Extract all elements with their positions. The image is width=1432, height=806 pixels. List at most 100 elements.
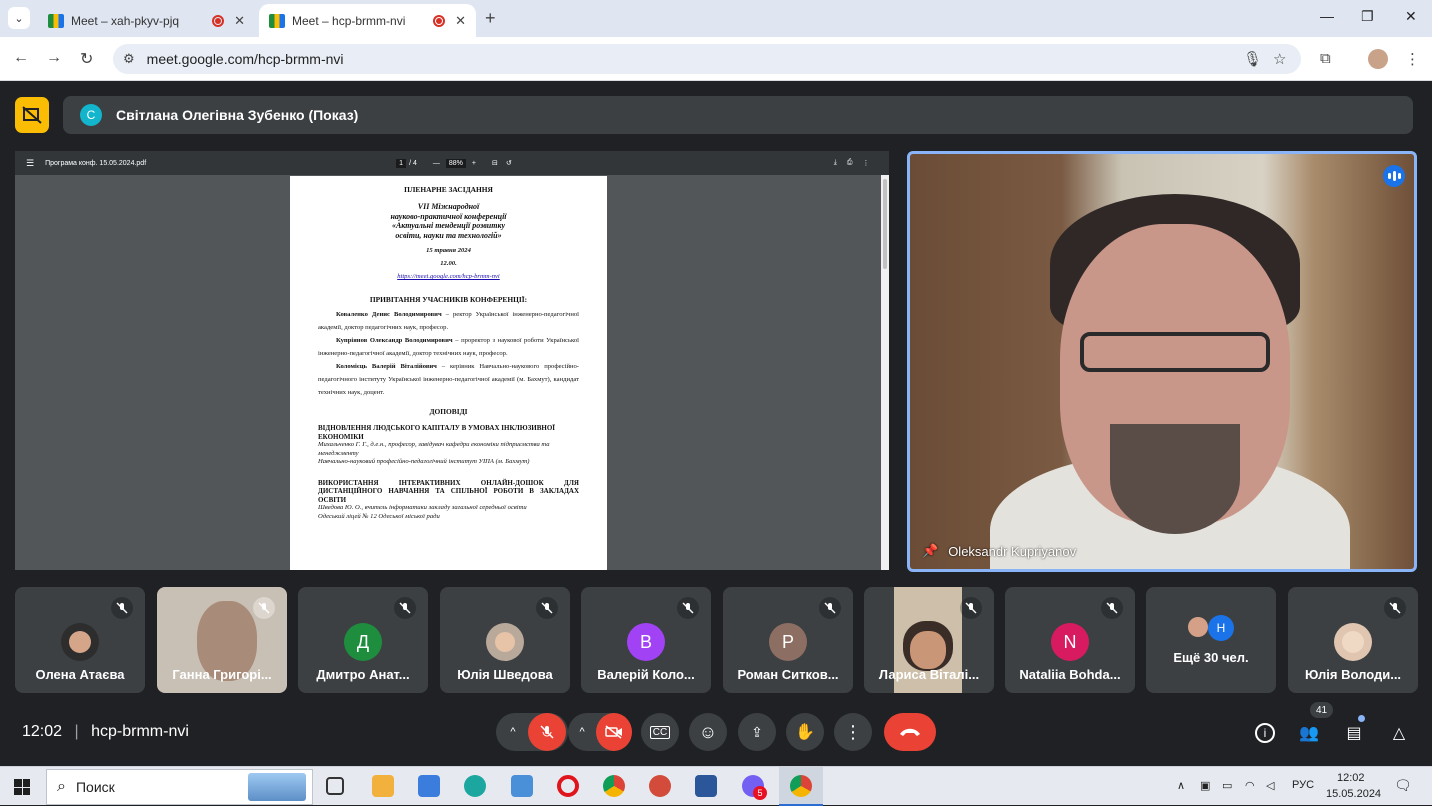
minimize-button[interactable]: — (1320, 8, 1334, 24)
back-button[interactable]: ← (13, 49, 29, 67)
participant-tile[interactable]: Юлія Володи... (1288, 587, 1418, 693)
chat-button[interactable]: ▤ (1341, 720, 1367, 746)
tab-search-dropdown[interactable]: ⌄ (8, 7, 30, 29)
participant-tile[interactable]: Д Дмитро Анат... (298, 587, 428, 693)
report-2-author: Шведова Ю. О., вчитель інформатики закла… (318, 504, 527, 511)
pdf-menu-icon[interactable]: ☰ (26, 158, 34, 169)
print-icon[interactable]: ⎙ (847, 159, 853, 167)
conf-title-1: VII Міжнародної (417, 202, 480, 211)
maximize-button[interactable]: ❐ (1361, 8, 1374, 25)
bookmark-star-icon[interactable]: ☆ (1273, 50, 1286, 68)
wifi-icon[interactable]: ◠ (1245, 779, 1255, 792)
presentation-icon[interactable] (15, 97, 49, 133)
opera-icon[interactable] (557, 775, 579, 797)
chrome-icon[interactable] (603, 775, 625, 797)
file-explorer-icon[interactable] (372, 775, 394, 797)
clock-time[interactable]: 12:02 (1337, 772, 1365, 784)
conf-title-3: «Актуальні тенденції розвитку (391, 221, 506, 230)
search-placeholder: Поиск (75, 779, 115, 795)
captions-button[interactable]: CC (641, 713, 679, 751)
conf-time: 12.00. (440, 260, 457, 267)
pdf-scrollbar[interactable] (881, 175, 889, 570)
participant-avatar: В (627, 623, 665, 661)
clock-date[interactable]: 15.05.2024 (1326, 788, 1381, 800)
tray-expand-icon[interactable]: ∧ (1177, 779, 1185, 792)
end-call-button[interactable] (884, 713, 936, 751)
participant-tile[interactable]: Ганна Григорі... (157, 587, 287, 693)
mic-off-icon (111, 597, 133, 619)
browser-tab-2[interactable]: Meet – hcp-brmm-nvi ✕ (259, 4, 476, 37)
microsoft-store-icon[interactable] (418, 775, 440, 797)
speaker-tile[interactable]: 📌 Oleksandr Kupriyanov (907, 151, 1417, 572)
present-button[interactable]: ⇪ (738, 713, 776, 751)
more-options-button[interactable]: ⋮ (834, 713, 872, 751)
anydesk-icon[interactable] (649, 775, 671, 797)
close-window-button[interactable]: ✕ (1405, 8, 1417, 25)
present-screen-icon: ⇪ (751, 723, 763, 740)
participant-tile[interactable]: Лариса Віталі... (864, 587, 994, 693)
site-info-icon[interactable]: ⚙ (123, 51, 135, 67)
mic-off-icon (394, 597, 416, 619)
download-icon[interactable]: ⤓ (834, 159, 837, 167)
address-bar[interactable]: ⚙ meet.google.com/hcp-brmm-nvi (113, 44, 1301, 74)
reload-button[interactable]: ↻ (80, 49, 93, 69)
speaking-indicator-icon (1383, 165, 1405, 187)
participant-tile[interactable]: Р Роман Ситков... (723, 587, 853, 693)
camera-toggle-button[interactable] (596, 713, 632, 751)
laptop-app-icon[interactable] (511, 775, 533, 797)
pdf-more-icon[interactable]: ⋮ (862, 159, 869, 167)
close-tab-icon[interactable]: ✕ (455, 13, 466, 29)
meet-tray-icon[interactable]: ▣ (1200, 779, 1210, 792)
participant-tile[interactable]: Юлія Шведова (440, 587, 570, 693)
new-tab-button[interactable]: + (485, 8, 496, 29)
report-1-author: Михальченко Г. Г., д.е.н., професор, зав… (318, 441, 550, 457)
participant-tile[interactable]: N Nataliia Bohda... (1005, 587, 1135, 693)
forward-button[interactable]: → (46, 49, 62, 67)
more-participants-tile[interactable]: Н Ещё 30 чел. (1146, 587, 1276, 693)
audio-options-chevron-icon[interactable]: ^ (498, 726, 528, 738)
activities-button[interactable]: △ (1386, 720, 1412, 746)
edge-icon[interactable] (464, 775, 486, 797)
people-button[interactable]: 👥 (1296, 720, 1322, 746)
close-tab-icon[interactable]: ✕ (234, 13, 245, 29)
profile-avatar[interactable] (1368, 49, 1388, 69)
microphone-icon[interactable]: 🎙 (1243, 50, 1262, 68)
extensions-icon[interactable]: ⧉ (1320, 50, 1331, 67)
tab-title: Meet – xah-pkyv-pjq (71, 13, 180, 28)
pin-icon[interactable]: 📌 (922, 543, 938, 559)
conf-link[interactable]: https://meet.google.com/hcp-brmm-nvi (318, 272, 579, 281)
browser-tab-1[interactable]: Meet – xah-pkyv-pjq ✕ (38, 4, 255, 37)
menu-kebab-icon[interactable]: ⋮ (1405, 50, 1420, 68)
zoom-in-icon[interactable]: + (472, 160, 476, 167)
participant-tile[interactable]: В Валерій Коло... (581, 587, 711, 693)
pdf-zoom[interactable]: 88% (445, 158, 466, 168)
pdf-page-input[interactable]: 1 (396, 158, 407, 168)
video-options-chevron-icon[interactable]: ^ (568, 726, 596, 738)
google-meet-icon (269, 13, 285, 28)
volume-icon[interactable]: ◁ (1266, 779, 1274, 792)
participant-name: Дмитро Анат... (316, 667, 410, 682)
reactions-button[interactable]: ☺ (689, 713, 727, 751)
taskbar-search[interactable]: ⌕ Поиск (46, 769, 313, 805)
meeting-details-button[interactable]: i (1252, 720, 1278, 746)
notifications-icon[interactable]: 🗨 (1394, 777, 1412, 794)
battery-icon[interactable]: ▭ (1222, 779, 1232, 792)
fit-page-icon[interactable]: ⊟ (492, 159, 498, 167)
zoom-out-icon[interactable]: — (433, 160, 440, 167)
participant-tile[interactable]: Олена Атаєва (15, 587, 145, 693)
rotate-icon[interactable]: ↺ (506, 159, 512, 167)
raise-hand-button[interactable]: ✋ (786, 713, 824, 751)
word-icon[interactable] (695, 775, 717, 797)
meeting-code: hcp-brmm-nvi (91, 723, 189, 740)
participant-name: Nataliia Bohda... (1019, 667, 1121, 682)
greeter-3: Коломієць Валерій Віталійович – керівник… (318, 363, 579, 396)
windows-start-icon[interactable] (14, 779, 30, 795)
recording-icon (212, 14, 225, 27)
chrome-active-task[interactable] (779, 767, 823, 806)
language-indicator[interactable]: РУС (1292, 779, 1314, 791)
task-view-icon[interactable] (326, 777, 344, 795)
mic-toggle-button[interactable] (528, 713, 566, 751)
participant-photo (1186, 615, 1210, 639)
participant-name: Юлія Володи... (1304, 667, 1402, 682)
speaker-label: 📌 Oleksandr Kupriyanov (922, 543, 1076, 559)
